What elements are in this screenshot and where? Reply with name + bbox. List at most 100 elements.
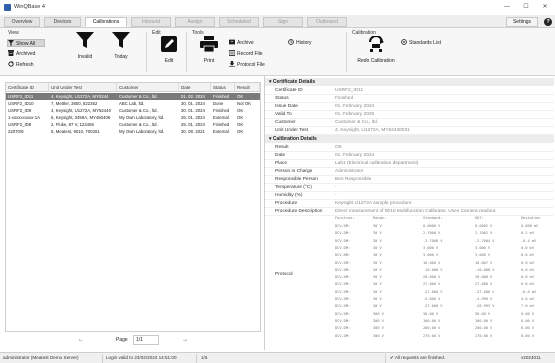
property-label: Humidity (%) bbox=[275, 193, 303, 198]
tab-inbound[interactable]: Inbound bbox=[131, 17, 171, 27]
archive-label: Archive bbox=[237, 40, 254, 46]
status-bar: administrator (Meatest Demo Server) Logi… bbox=[0, 352, 555, 363]
prev-page-button[interactable]: ← bbox=[78, 337, 84, 343]
funnel-today-icon bbox=[112, 32, 130, 48]
property-label: Temperature (°C) bbox=[275, 185, 312, 190]
column-header-certificate-id[interactable]: Certificate ID bbox=[6, 83, 49, 92]
funnel-icon bbox=[8, 40, 14, 47]
property-value: OK bbox=[335, 145, 342, 150]
protocol-cell: 3.000 V bbox=[423, 245, 439, 250]
protocol-cell: 100.00 V bbox=[475, 318, 493, 323]
table-row[interactable]: 22070/9 5, Meatest, 9010, 700261 My Own La… bbox=[6, 128, 260, 135]
protocol-label: Protocol bbox=[275, 272, 293, 277]
archive-icon bbox=[8, 50, 14, 57]
redo-calibration-button[interactable]: Redo Calibration bbox=[356, 36, 396, 76]
table-row[interactable]: USRF2_ID9 4, Keysight, U1272A, MY52440 Cus… bbox=[6, 107, 260, 114]
property-row: Valid To 01. February 2025 bbox=[265, 111, 554, 119]
protocol-cell: 10.000 V bbox=[423, 260, 441, 265]
table-cell: 4, Keysight, U1272A, MY5244 bbox=[51, 94, 109, 99]
calibration-details-header[interactable]: ▾ Calibration Details bbox=[265, 135, 554, 143]
property-value: 01. February 2025 bbox=[335, 112, 375, 117]
invalid-button[interactable]: Invalid bbox=[72, 32, 98, 72]
table-cell: 26. 01. 2024 bbox=[181, 115, 205, 120]
protocol-cell: 30 V bbox=[373, 224, 382, 228]
history-icon bbox=[288, 39, 294, 45]
table-cell: Customer & Co., ltd. bbox=[119, 122, 158, 127]
column-header-date[interactable]: Date bbox=[179, 83, 211, 92]
minimize-button[interactable]: — bbox=[501, 3, 513, 12]
table-row[interactable]: USRF2_ID11 4, Keysight, U1272A, MY5244 Cus… bbox=[6, 93, 260, 100]
tab-sign[interactable]: Sign bbox=[263, 17, 303, 27]
column-header-result[interactable]: Result bbox=[235, 83, 260, 92]
close-button[interactable]: ✕ bbox=[539, 3, 551, 12]
protocol-cell: 0.000 mV bbox=[521, 224, 539, 228]
protocol-cell: 30 V bbox=[373, 253, 382, 258]
protocol-cell: DCV-DM: bbox=[335, 289, 351, 294]
property-label: Place bbox=[275, 161, 287, 166]
protocol-cell: DCV-DM: bbox=[335, 231, 351, 236]
table-cell: Finished bbox=[213, 108, 230, 113]
property-value: Direct measurement of 9010 Multifunction… bbox=[335, 209, 497, 214]
maximize-button[interactable]: ☐ bbox=[520, 3, 532, 12]
table-row[interactable]: USRF2_ID8 2, Fluke, 87 V, 123456 Customer … bbox=[6, 121, 260, 128]
settings-button[interactable]: Settings bbox=[506, 17, 538, 27]
property-value: - bbox=[335, 193, 337, 198]
table-cell: OK bbox=[237, 122, 244, 127]
table-row[interactable]: 1-xxxxxxxxxx-1A 6, Keysight, 3458A, MY450… bbox=[6, 114, 260, 121]
tab-overview[interactable]: Overview bbox=[4, 17, 40, 27]
edit-button[interactable]: Edit bbox=[156, 36, 182, 76]
status-version: v2024011 bbox=[521, 355, 541, 360]
tab-calibrations[interactable]: Calibrations bbox=[85, 17, 127, 27]
protocol-cell: DCV-DM: bbox=[335, 318, 351, 323]
table-row[interactable]: USRF2_ID10 7, Mettler, 3800, 822362 ABC La… bbox=[6, 100, 260, 107]
next-page-button[interactable]: → bbox=[182, 337, 188, 343]
main-tab-bar: Overview Devices Calibrations Inbound As… bbox=[0, 15, 555, 28]
protocol-cell: 0.0 mV bbox=[521, 260, 534, 265]
property-value: Finished bbox=[335, 96, 354, 101]
column-header-customer[interactable]: Customer bbox=[117, 83, 179, 92]
property-value: 01. February 2024 bbox=[335, 104, 375, 109]
standards-list-button[interactable]: Standards List bbox=[401, 39, 453, 47]
column-header-unit-under-test[interactable]: Unit Under Test bbox=[49, 83, 117, 92]
show-all-button[interactable]: Show All bbox=[7, 39, 45, 47]
page-input[interactable]: 1/1 bbox=[133, 335, 159, 345]
help-icon[interactable]: ? bbox=[544, 18, 552, 26]
today-button[interactable]: Today bbox=[108, 32, 134, 72]
archived-button[interactable]: Archived bbox=[8, 50, 46, 58]
property-row: Customer Customer & Co., ltd. bbox=[265, 119, 554, 127]
refresh-button[interactable]: Refresh bbox=[8, 61, 46, 69]
calibration-details-title: Calibration Details bbox=[272, 136, 317, 142]
calibrations-grid[interactable]: Certificate ID Unit Under Test Customer … bbox=[5, 82, 261, 332]
print-button[interactable]: Print bbox=[196, 36, 222, 76]
tab-scheduled[interactable]: Scheduled bbox=[219, 17, 259, 27]
show-all-label: Show All bbox=[16, 41, 36, 47]
protocol-table[interactable]: Function: Range: Standard: UUT: Deviation DCV… bbox=[335, 216, 553, 346]
column-header-status[interactable]: Status bbox=[211, 83, 235, 92]
protocol-cell: DCV-DM: bbox=[335, 282, 351, 287]
protocol-cell: 200.00 V bbox=[423, 326, 441, 331]
property-value: Customer & Co., ltd. bbox=[335, 120, 379, 125]
protocol-cell: 30 V bbox=[373, 267, 382, 272]
redo-calibration-label: Redo Calibration bbox=[357, 58, 395, 64]
protocol-cell: DCV-DM: bbox=[335, 275, 351, 280]
archive-button[interactable]: Archive bbox=[229, 39, 269, 47]
property-row: Issue Date 01. February 2024 bbox=[265, 103, 554, 111]
protocol-cell: -27.000 V bbox=[423, 304, 443, 309]
history-button[interactable]: History bbox=[288, 39, 328, 47]
tab-devices[interactable]: Devices bbox=[44, 17, 81, 27]
property-row: Temperature (°C) - bbox=[265, 184, 554, 192]
protocol-cell: 30 V bbox=[373, 289, 382, 294]
property-row: Status Finished bbox=[265, 95, 554, 103]
record-file-icon bbox=[229, 50, 235, 57]
protocol-cell: 0.0 mV bbox=[521, 245, 534, 250]
record-file-button[interactable]: Record File bbox=[229, 50, 273, 58]
tab-assign[interactable]: Assign bbox=[175, 17, 215, 27]
protocol-cell: 0.00 V bbox=[521, 318, 534, 323]
protocol-file-button[interactable]: Protocol File bbox=[229, 61, 277, 69]
certificate-details-header[interactable]: ▾ Certificate Details bbox=[265, 78, 554, 86]
property-value: Lab1 (Electrical calibration department) bbox=[335, 161, 419, 166]
protocol-cell: 300 V bbox=[373, 311, 384, 316]
protocol-cell: 30 V bbox=[373, 282, 382, 287]
protocol-cell: Deviation bbox=[521, 216, 541, 220]
tab-outbound[interactable]: Outbound bbox=[307, 17, 347, 27]
